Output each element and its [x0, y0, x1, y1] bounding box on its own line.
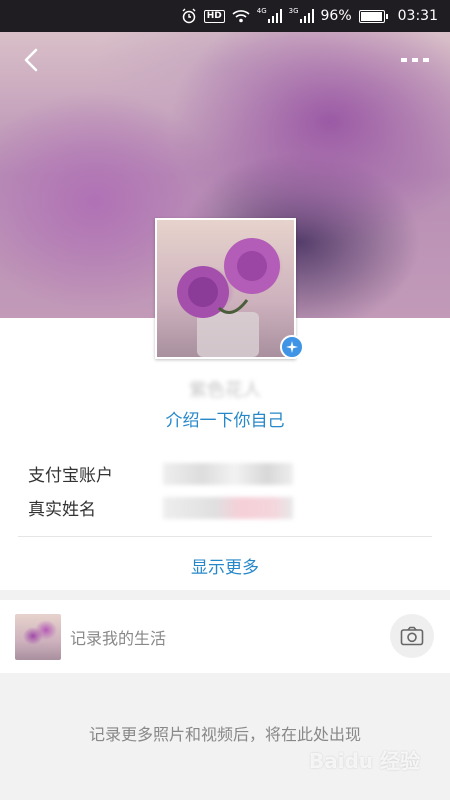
wifi-icon: [232, 9, 250, 23]
camera-button[interactable]: [390, 614, 434, 658]
alipay-account-value: [163, 462, 293, 485]
clock-time: 03:31: [397, 8, 438, 24]
camera-icon: [400, 626, 424, 646]
intro-link[interactable]: 介绍一下你自己: [0, 406, 450, 431]
more-dots-icon: [401, 58, 429, 62]
signal-4g: 4G: [256, 7, 282, 23]
nickname: 紫色花人: [189, 380, 261, 401]
alipay-account-label: 支付宝账户: [28, 466, 113, 486]
user-thumbnail: [15, 613, 61, 660]
alipay-account-row[interactable]: 支付宝账户: [28, 461, 293, 486]
back-button[interactable]: [18, 46, 46, 74]
record-life-label[interactable]: 记录我的生活: [70, 625, 166, 649]
battery-icon: [358, 9, 388, 23]
battery-percent: 96%: [320, 8, 352, 24]
signal-bars-icon: [267, 9, 282, 23]
more-button[interactable]: [400, 52, 430, 66]
empty-state-hint: 记录更多照片和视频后，将在此处出现: [88, 725, 361, 744]
watermark-logo: Baidu 经验: [308, 749, 420, 773]
signal-bars-icon: [299, 9, 314, 23]
network-3g-label: 3G: [288, 7, 299, 15]
hd-badge: HD: [203, 9, 225, 23]
status-bar: HD 4G 3G 96% 03:31: [0, 0, 450, 32]
network-4g-label: 4G: [256, 7, 267, 15]
chevron-left-icon: [24, 48, 38, 72]
real-name-label: 真实姓名: [28, 500, 96, 520]
alarm-clock-icon: [181, 8, 197, 24]
signal-3g: 3G: [288, 7, 314, 23]
verified-badge-icon: [280, 335, 304, 359]
life-post-row[interactable]: 记录我的生活: [0, 600, 450, 673]
real-name-row[interactable]: 真实姓名: [28, 495, 293, 520]
divider: [18, 536, 432, 537]
avatar[interactable]: [155, 218, 296, 359]
real-name-value: [163, 496, 293, 519]
show-more-link[interactable]: 显示更多: [0, 553, 450, 578]
